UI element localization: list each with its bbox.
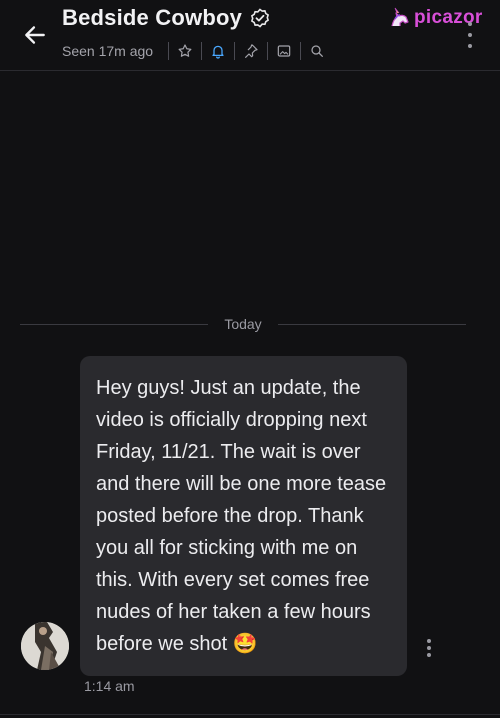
- chat-title[interactable]: Bedside Cowboy: [62, 5, 242, 31]
- message-bubble[interactable]: Hey guys! Just an update, the video is o…: [80, 356, 407, 676]
- message-options-button[interactable]: [425, 639, 433, 657]
- pin-icon[interactable]: [242, 42, 260, 60]
- star-icon[interactable]: [176, 42, 194, 60]
- avatar[interactable]: [21, 622, 69, 670]
- arrow-left-icon: [25, 26, 45, 44]
- chat-screen: Bedside Cowboy Seen 17m ago picazor Toda…: [0, 0, 500, 718]
- message-timestamp: 1:14 am: [84, 678, 135, 694]
- divider: [201, 42, 203, 60]
- divider: [234, 42, 236, 60]
- bottom-divider: [0, 714, 500, 715]
- divider: [300, 42, 302, 60]
- search-icon[interactable]: [308, 42, 326, 60]
- divider: [168, 42, 170, 60]
- unicorn-icon: [391, 7, 409, 27]
- subtitle-row: Seen 17m ago: [62, 41, 326, 61]
- bell-icon[interactable]: [209, 42, 227, 60]
- more-options-button[interactable]: [462, 22, 478, 48]
- last-seen-status: Seen 17m ago: [62, 43, 154, 59]
- image-icon[interactable]: [275, 42, 293, 60]
- back-button[interactable]: [20, 20, 50, 50]
- divider: [267, 42, 269, 60]
- date-divider: Today: [20, 316, 467, 332]
- date-label: Today: [224, 316, 262, 332]
- title-row: Bedside Cowboy: [62, 5, 270, 31]
- message-text: Hey guys! Just an update, the video is o…: [96, 377, 387, 655]
- chat-header: Bedside Cowboy Seen 17m ago picazor: [0, 0, 500, 71]
- verified-badge-icon: [250, 8, 270, 28]
